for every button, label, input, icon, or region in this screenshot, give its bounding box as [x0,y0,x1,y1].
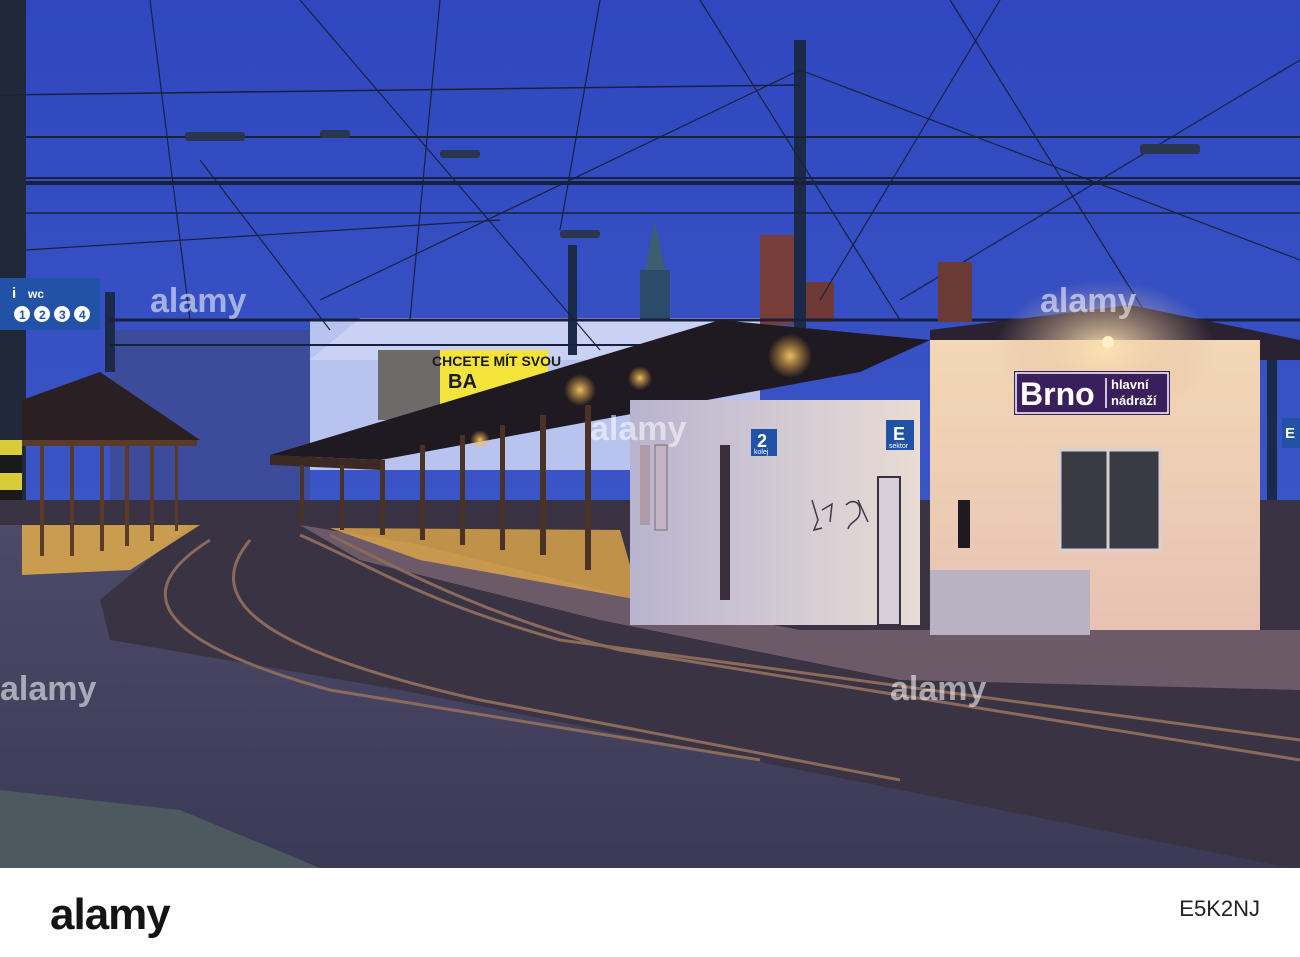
stock-footer: alamy E5K2NJ [0,868,1300,957]
right-sector-letter: E [1285,425,1295,442]
platform-num-2: 2 [39,308,46,322]
photo-scene: CHCETE MÍT SVOU BA i wc 1 2 3 4 Brno hla… [0,0,1300,868]
track-label: kolej [754,449,769,456]
track-sign: 2 kolej [751,429,777,456]
station-subtitle-line1: hlavní [1111,377,1149,392]
station-name-sign: Brno hlavní nádraží [1014,371,1170,415]
platform-num-1: 1 [19,308,26,322]
track-number: 2 [757,431,767,451]
sector-letter: E [893,424,905,444]
watermark-3: alamy [1040,282,1136,320]
billboard-line2: BA [448,371,477,393]
watermark-1: alamy [150,282,246,320]
info-sign: i wc 1 2 3 4 [0,278,100,330]
right-sector-sign: E [1282,418,1300,448]
station-name: Brno [1020,376,1095,412]
station-subtitle-line2: nádraží [1111,393,1157,408]
platform-num-4: 4 [79,308,86,322]
alamy-logo[interactable]: alamy [50,890,171,940]
house-lamp [1102,336,1114,348]
sector-sign: E sektor [886,420,914,450]
watermark-2: alamy [590,410,686,448]
watermark-5: alamy [890,670,986,708]
watermark-4: alamy [0,670,96,708]
wc-label: wc [27,287,44,301]
billboard-line1: CHCETE MÍT SVOU [432,353,561,369]
sector-label: sektor [889,443,909,450]
platform-num-3: 3 [59,308,66,322]
info-letter: i [12,285,16,302]
image-id: E5K2NJ [1179,896,1260,921]
